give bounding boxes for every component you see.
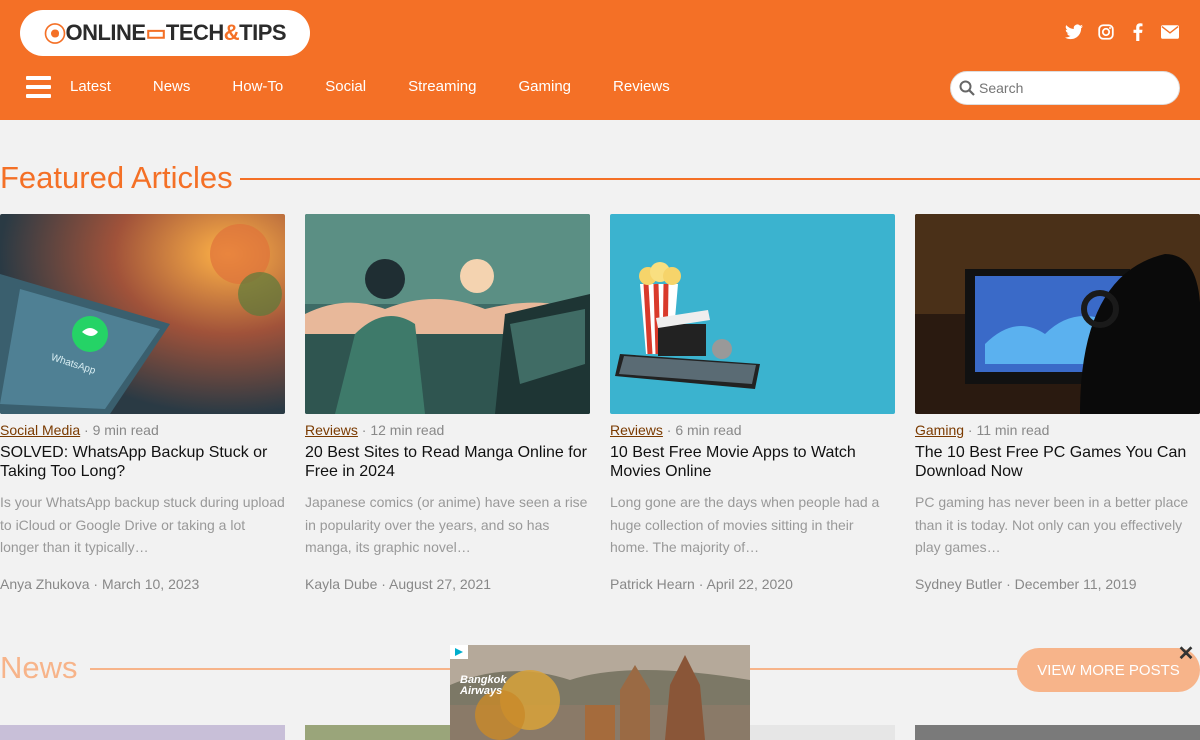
search-icon [959,80,975,96]
author[interactable]: Sydney Butler [915,576,1002,592]
article-excerpt: Is your WhatsApp backup stuck during upl… [0,494,285,555]
category-link[interactable]: Reviews [305,422,358,438]
article-excerpt: PC gaming has never been in a better pla… [915,494,1189,555]
search-input[interactable] [979,80,1169,96]
date: · August 27, 2021 [381,576,492,592]
featured-heading: Featured Articles [0,160,233,195]
category-link[interactable]: Social Media [0,422,80,438]
article-thumbnail[interactable]: WhatsApp [0,214,285,414]
featured-divider [240,178,1200,180]
article-byline: Kayla Dube · August 27, 2021 [305,576,491,592]
article-thumbnail[interactable] [305,214,590,414]
date: · April 22, 2020 [698,576,793,592]
read-time: · 11 min read [967,422,1050,438]
nav-news[interactable]: News [153,78,191,95]
author[interactable]: Kayla Dube [305,576,377,592]
date: · December 11, 2019 [1006,576,1137,592]
view-more-posts-button[interactable]: VIEW MORE POSTS [1017,648,1200,692]
article-title[interactable]: 20 Best Sites to Read Manga Online for F… [305,443,590,481]
close-ad-icon[interactable]: ✕ [1175,642,1197,665]
read-time: · 9 min read [84,422,159,438]
menu-icon[interactable] [26,76,51,98]
article-card[interactable]: Reviews · 6 min read 10 Best Free Movie … [610,214,895,592]
laptop-icon: ▭ [145,20,167,45]
site-header: ⦿ ONLINE ▭ TECH & TIPS Latest News How-T… [0,0,1200,120]
read-time: · 12 min read [361,422,445,438]
article-thumbnail[interactable] [915,214,1200,414]
read-time: · 6 min read [666,422,742,438]
instagram-icon[interactable] [1096,22,1116,42]
article-card[interactable]: Reviews · 12 min read 20 Best Sites to R… [305,214,590,592]
author[interactable]: Anya Zhukova [0,576,90,592]
advertisement-banner[interactable]: Bangkok Airways [450,645,750,740]
article-byline: Anya Zhukova · March 10, 2023 [0,576,199,592]
nav-gaming[interactable]: Gaming [518,78,571,95]
search-box [950,71,1180,105]
article-byline: Patrick Hearn · April 22, 2020 [610,576,793,592]
news-thumbnail[interactable] [0,725,285,740]
nav-social[interactable]: Social [325,78,366,95]
article-title[interactable]: SOLVED: WhatsApp Backup Stuck or Taking … [0,443,285,481]
article-excerpt: Long gone are the days when people had a… [610,494,880,555]
article-title[interactable]: 10 Best Free Movie Apps to Watch Movies … [610,443,895,481]
news-heading: News [0,650,78,685]
ad-brand-logo: Bangkok Airways [460,674,507,697]
category-link[interactable]: Reviews [610,422,663,438]
twitter-icon[interactable] [1064,22,1084,42]
social-links [1064,22,1180,42]
article-card[interactable]: Gaming · 11 min read The 10 Best Free PC… [915,214,1200,592]
article-card[interactable]: WhatsApp Social Media · 9 min read SOLVE… [0,214,285,592]
news-thumbnail[interactable] [915,725,1200,740]
article-excerpt: Japanese comics (or anime) have seen a r… [305,494,588,555]
category-link[interactable]: Gaming [915,422,964,438]
nav-how-to[interactable]: How-To [232,78,283,95]
nav-latest[interactable]: Latest [70,78,111,95]
mail-icon[interactable] [1160,22,1180,42]
main-nav: Latest News How-To Social Streaming Gami… [70,78,712,95]
article-thumbnail[interactable] [610,214,895,414]
nav-reviews[interactable]: Reviews [613,78,670,95]
date: · March 10, 2023 [93,576,200,592]
article-byline: Sydney Butler · December 11, 2019 [915,576,1137,592]
site-logo[interactable]: ⦿ ONLINE ▭ TECH & TIPS [20,10,310,56]
facebook-icon[interactable] [1128,22,1148,42]
nav-streaming[interactable]: Streaming [408,78,476,95]
article-title[interactable]: The 10 Best Free PC Games You Can Downlo… [915,443,1200,481]
author[interactable]: Patrick Hearn [610,576,695,592]
